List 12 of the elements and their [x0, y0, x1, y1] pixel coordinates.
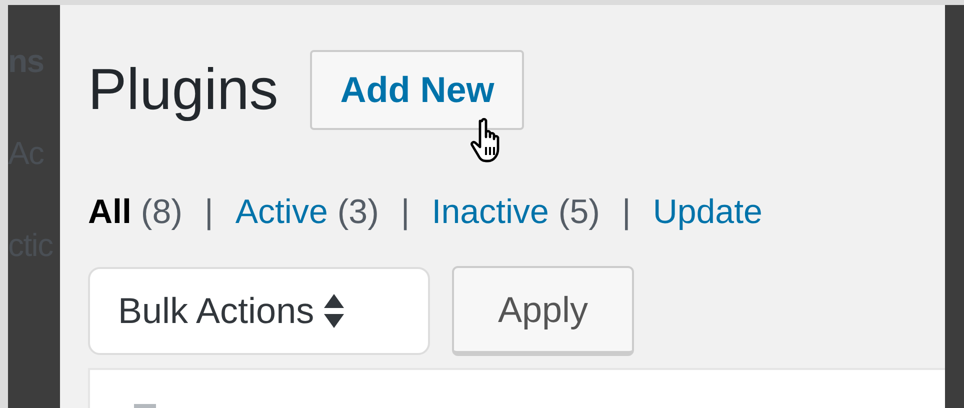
filter-link[interactable]: Update — [652, 195, 762, 229]
sort-arrows-icon — [324, 294, 344, 328]
filter-separator: | — [204, 195, 214, 229]
bulk-actions-select[interactable]: Bulk Actions — [88, 267, 430, 355]
filter-link[interactable]: Active (3) — [235, 195, 379, 229]
filter-separator: | — [400, 195, 410, 229]
filter-link[interactable]: All (8) — [88, 195, 182, 229]
add-new-button[interactable]: Add New — [310, 50, 524, 130]
filter-link[interactable]: Inactive (5) — [432, 195, 600, 229]
page-title: Plugins — [88, 61, 278, 119]
apply-button[interactable]: Apply — [452, 266, 634, 356]
filter-separator: | — [622, 195, 631, 229]
